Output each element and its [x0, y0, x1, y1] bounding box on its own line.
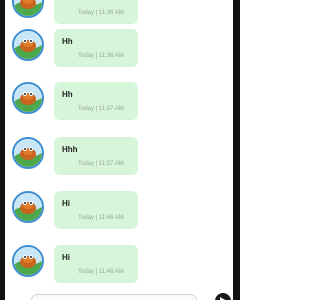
avatar[interactable]	[12, 29, 44, 61]
message-text: Hi	[62, 253, 70, 262]
message-timestamp: Today | 11:37 AM	[78, 106, 124, 112]
send-button[interactable]	[215, 293, 231, 300]
message-bubble[interactable]: Today | 11:36 AM	[54, 0, 138, 24]
avatar-icon	[14, 139, 42, 167]
message-timestamp: Today | 11:46 AM	[78, 269, 124, 275]
message-bubble[interactable]: Hhh Today | 11:37 AM	[54, 137, 138, 175]
phone-frame: Today | 11:36 AM Hh Today | 11:36 AM Hh …	[0, 0, 240, 300]
message-input[interactable]	[31, 294, 197, 300]
message-text: Hhh	[62, 145, 78, 154]
avatar[interactable]	[12, 191, 44, 223]
message-bubble[interactable]: Hh Today | 11:36 AM	[54, 29, 138, 67]
avatar[interactable]	[12, 82, 44, 114]
message-text: Hh	[62, 90, 73, 99]
message-item: Hi Today | 11:46 AM	[12, 245, 232, 289]
message-timestamp: Today | 11:37 AM	[78, 161, 124, 167]
avatar-icon	[14, 193, 42, 221]
message-item: Hh Today | 11:36 AM	[12, 29, 232, 73]
send-icon	[220, 297, 226, 300]
avatar-icon	[14, 0, 42, 16]
message-bubble[interactable]: Hi Today | 11:46 AM	[54, 245, 138, 283]
message-text: Hh	[62, 37, 73, 46]
message-timestamp: Today | 11:36 AM	[78, 10, 124, 16]
message-bubble[interactable]: Hh Today | 11:37 AM	[54, 82, 138, 120]
avatar[interactable]	[12, 0, 44, 18]
avatar-icon	[14, 31, 42, 59]
message-item: Hh Today | 11:37 AM	[12, 82, 232, 126]
message-item: Hhh Today | 11:37 AM	[12, 137, 232, 181]
avatar-icon	[14, 247, 42, 275]
avatar[interactable]	[12, 245, 44, 277]
message-item: Hi Today | 11:46 AM	[12, 191, 232, 235]
chat-screen: Today | 11:36 AM Hh Today | 11:36 AM Hh …	[5, 0, 233, 300]
message-timestamp: Today | 11:46 AM	[78, 215, 124, 221]
message-text: Hi	[62, 199, 70, 208]
avatar[interactable]	[12, 137, 44, 169]
message-timestamp: Today | 11:36 AM	[78, 53, 124, 59]
message-bubble[interactable]: Hi Today | 11:46 AM	[54, 191, 138, 229]
avatar-icon	[14, 84, 42, 112]
